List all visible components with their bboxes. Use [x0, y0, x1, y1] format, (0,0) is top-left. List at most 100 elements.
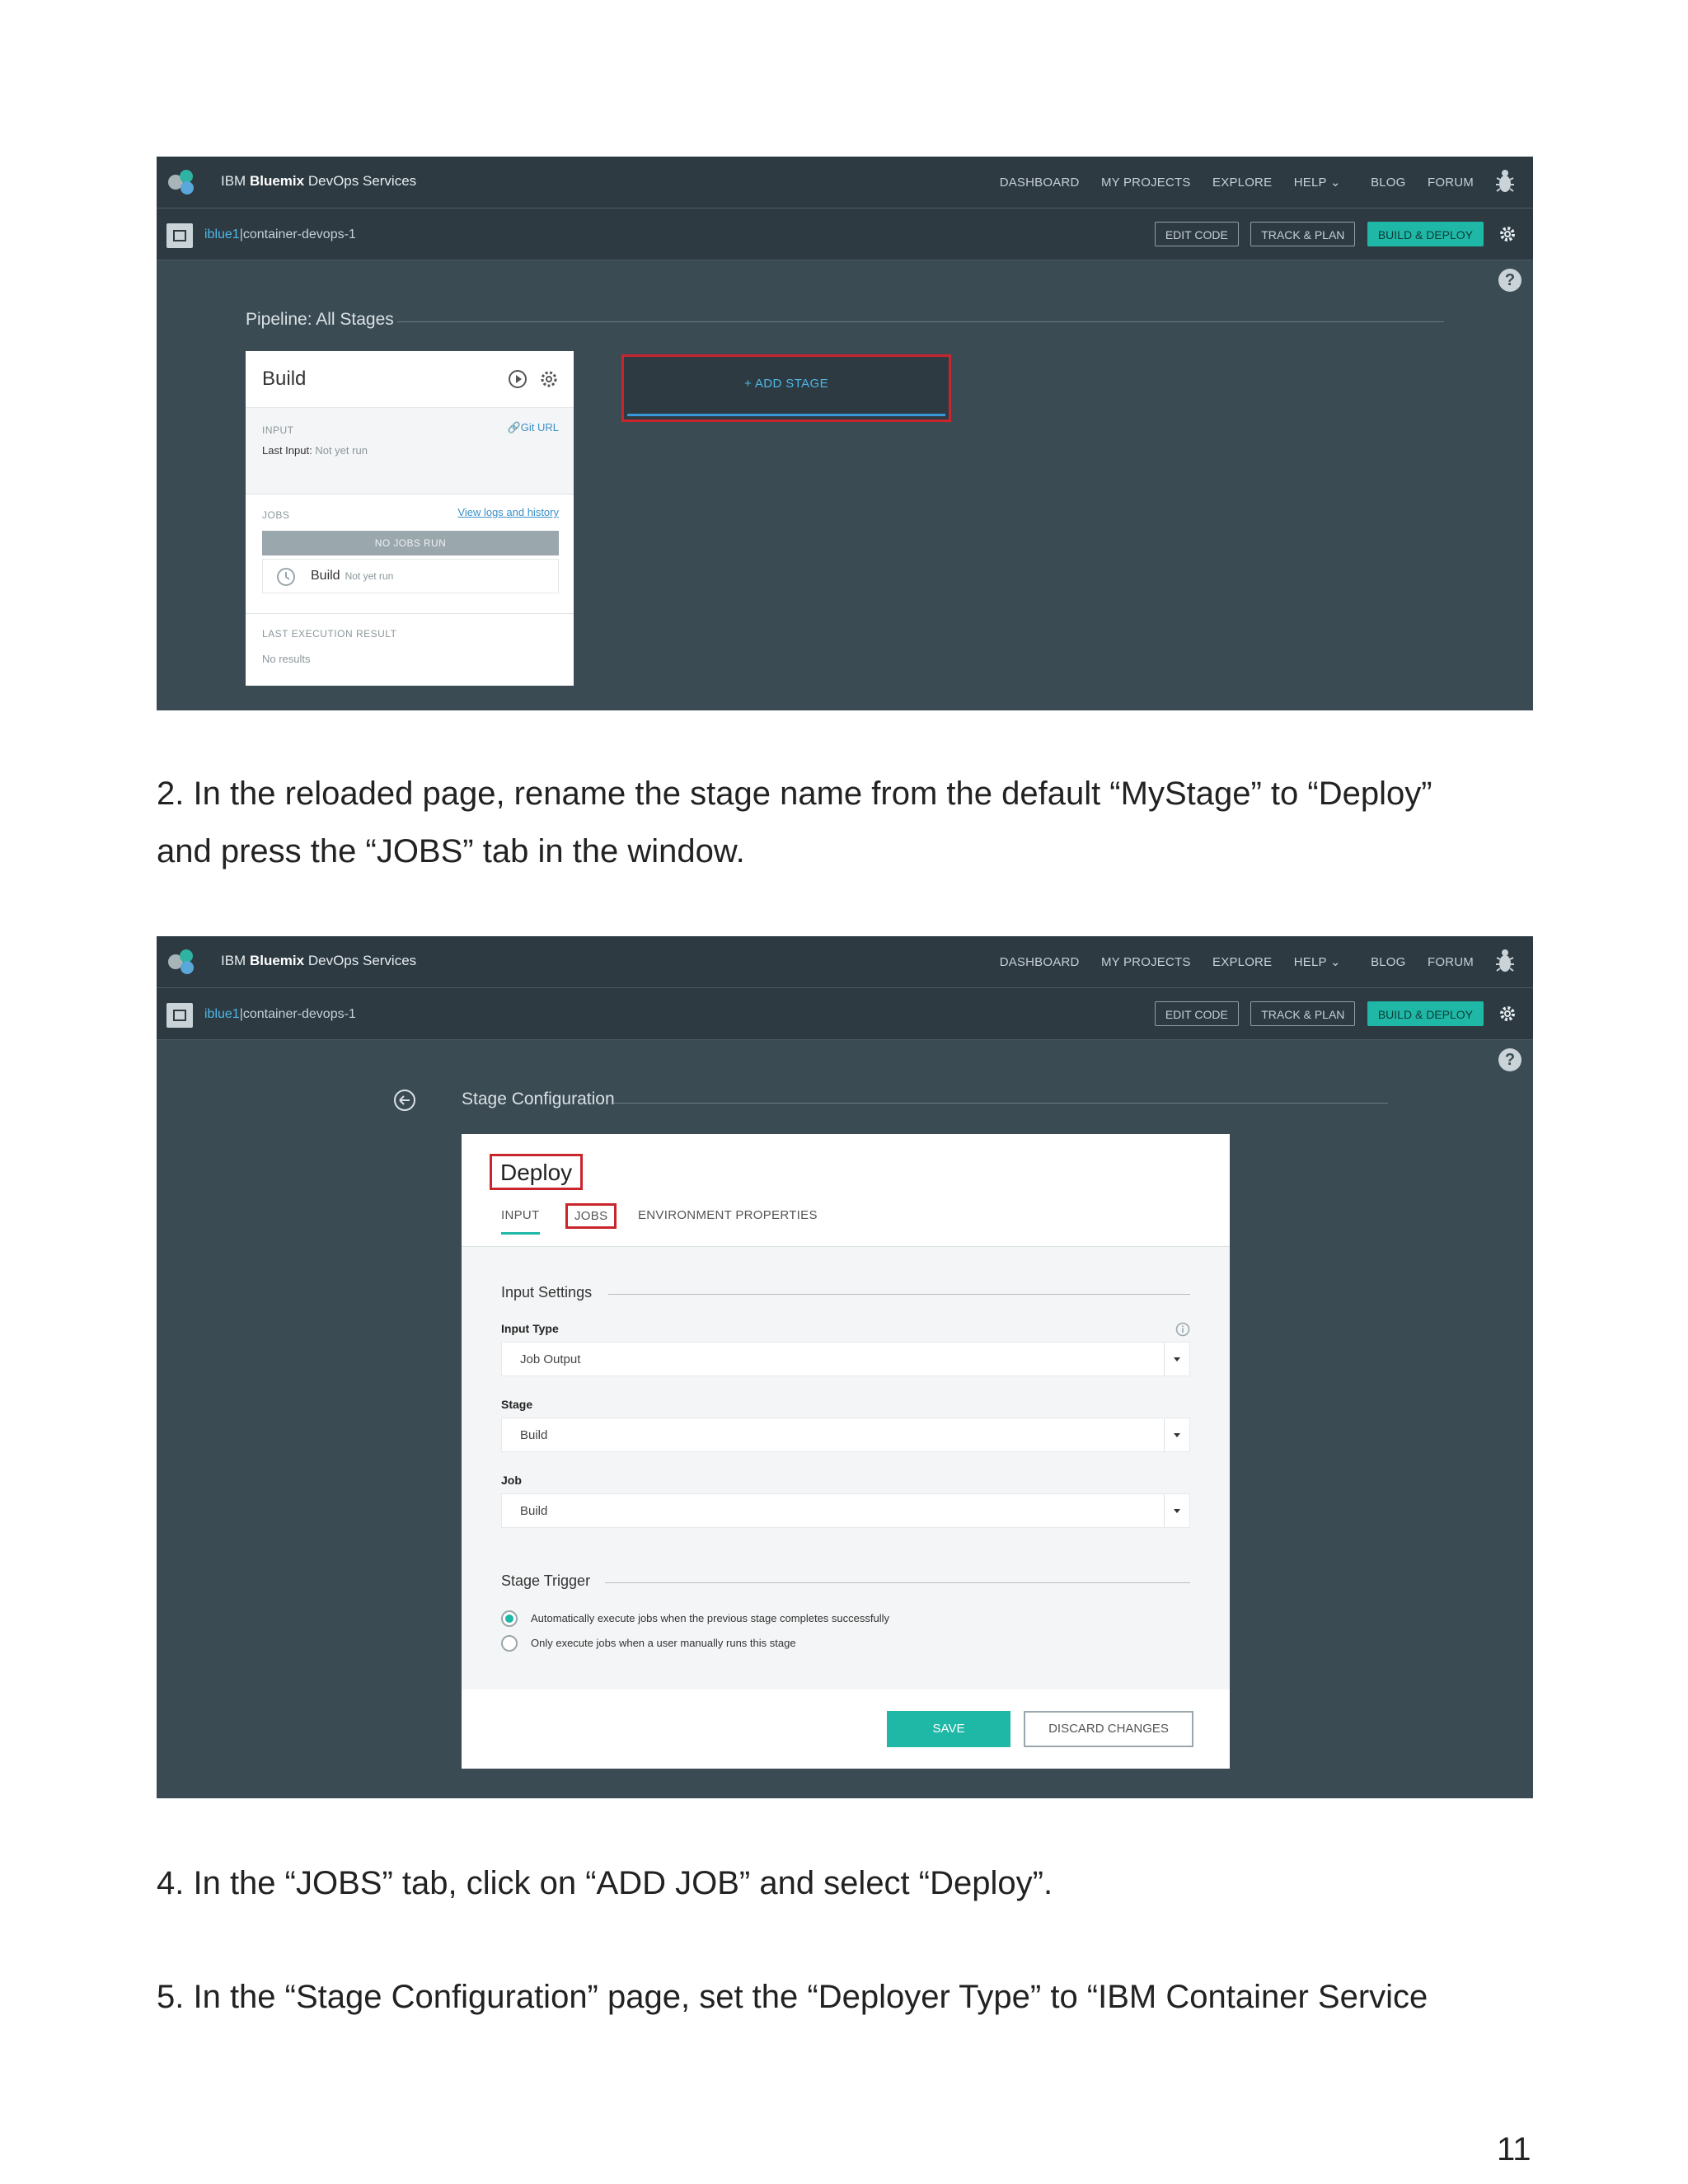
project-bar: iblue1|container-devops-1 EDIT CODE TRAC… [157, 209, 1533, 260]
trigger-manual-label: Only execute jobs when a user manually r… [531, 1637, 796, 1649]
back-arrow-icon[interactable] [392, 1088, 417, 1113]
help-icon[interactable]: ? [1498, 1048, 1522, 1071]
stage-settings-gear-icon[interactable] [539, 369, 559, 389]
stage-config-footer: SAVE DISCARD CHANGES [462, 1690, 1230, 1769]
edit-code-button[interactable]: EDIT CODE [1154, 222, 1239, 246]
trigger-auto-label: Automatically execute jobs when the prev… [531, 1612, 889, 1624]
job-value: Build [520, 1504, 548, 1518]
nav-help[interactable]: HELP ⌄ [1294, 176, 1341, 190]
nav-my-projects[interactable]: MY PROJECTS [1101, 955, 1191, 969]
nav-dashboard[interactable]: DASHBOARD [1000, 955, 1080, 969]
page-number: 11 [1497, 2131, 1531, 2168]
stage-title: Build [262, 368, 307, 390]
project-breadcrumb: iblue1|container-devops-1 [204, 1007, 356, 1021]
job-name: Build Not yet run [311, 569, 394, 583]
divider [246, 613, 574, 614]
trigger-auto-radio[interactable] [501, 1610, 518, 1627]
input-type-select[interactable]: Job Output [501, 1342, 1190, 1376]
step-2-line-1: 2. In the reloaded page, rename the stag… [157, 776, 1432, 812]
stage-trigger-heading: Stage Trigger [501, 1572, 591, 1589]
step-4-text: 4. In the “JOBS” tab, click on “ADD JOB”… [157, 1865, 1053, 1901]
top-navbar: IBM Bluemix DevOps Services DASHBOARD MY… [157, 936, 1533, 988]
nav-my-projects[interactable]: MY PROJECTS [1101, 176, 1191, 190]
project-buttons: EDIT CODE TRACK & PLAN BUILD & DEPLOY [1146, 1001, 1484, 1026]
project-breadcrumb: iblue1|container-devops-1 [204, 227, 356, 241]
build-stage-card: Build INPUT 🔗Git URL Last Input: Not yet… [246, 351, 574, 686]
project-name[interactable]: container-devops-1 [243, 227, 356, 241]
job-row[interactable]: Build Not yet run [262, 559, 559, 593]
track-plan-button[interactable]: TRACK & PLAN [1250, 222, 1356, 246]
nav-explore[interactable]: EXPLORE [1212, 955, 1272, 969]
chevron-down-icon [1164, 1494, 1189, 1527]
project-name[interactable]: container-devops-1 [243, 1007, 356, 1021]
nav-forum[interactable]: FORUM [1428, 955, 1474, 969]
stage-configuration-panel: Deploy INPUT JOBS ENVIRONMENT PROPERTIES… [462, 1134, 1230, 1769]
git-url-link[interactable]: 🔗Git URL [508, 421, 559, 434]
nav-explore[interactable]: EXPLORE [1212, 176, 1272, 190]
top-nav: DASHBOARD MY PROJECTS EXPLORE HELP ⌄ BLO… [982, 175, 1474, 190]
help-icon[interactable]: ? [1498, 269, 1522, 292]
jobs-label: JOBS [262, 509, 290, 521]
tab-input[interactable]: INPUT [501, 1208, 540, 1235]
project-owner[interactable]: iblue1 [204, 227, 240, 241]
build-deploy-button[interactable]: BUILD & DEPLOY [1367, 222, 1484, 246]
bluemix-logo-icon [168, 949, 194, 974]
stage-label: Stage [501, 1398, 533, 1411]
chevron-down-icon [1164, 1418, 1189, 1451]
project-icon [166, 223, 193, 248]
chevron-down-icon [1164, 1343, 1189, 1376]
tab-jobs[interactable]: JOBS [565, 1203, 617, 1229]
input-type-label: Input Type [501, 1322, 559, 1335]
trigger-manual-radio[interactable] [501, 1635, 518, 1652]
input-label: INPUT [262, 424, 294, 436]
last-execution-label: LAST EXECUTION RESULT [262, 628, 397, 640]
tab-environment-properties[interactable]: ENVIRONMENT PROPERTIES [638, 1208, 818, 1222]
run-stage-icon[interactable] [508, 369, 528, 389]
input-type-value: Job Output [520, 1352, 581, 1366]
info-icon[interactable] [1175, 1322, 1190, 1337]
divider [613, 1103, 1388, 1104]
edit-code-button[interactable]: EDIT CODE [1154, 1001, 1239, 1026]
brand-title: IBM Bluemix DevOps Services [221, 953, 417, 968]
nav-dashboard[interactable]: DASHBOARD [1000, 176, 1080, 190]
settings-gear-icon[interactable] [1498, 225, 1517, 243]
bug-icon[interactable] [1495, 948, 1515, 974]
save-button[interactable]: SAVE [887, 1711, 1010, 1747]
project-buttons: EDIT CODE TRACK & PLAN BUILD & DEPLOY [1146, 222, 1484, 246]
nav-help[interactable]: HELP ⌄ [1294, 955, 1341, 969]
job-select[interactable]: Build [501, 1493, 1190, 1528]
stage-card-header: Build [246, 351, 574, 408]
link-icon: 🔗 [507, 421, 521, 434]
brand-title: IBM Bluemix DevOps Services [221, 173, 417, 189]
view-logs-link[interactable]: View logs and history [457, 506, 559, 518]
bug-icon[interactable] [1495, 168, 1515, 194]
stage-name-field[interactable]: Deploy [490, 1154, 584, 1190]
divider [608, 1294, 1190, 1295]
step-5-text: 5. In the “Stage Configuration” page, se… [157, 1979, 1428, 2015]
build-deploy-button[interactable]: BUILD & DEPLOY [1367, 1001, 1484, 1026]
settings-gear-icon[interactable] [1498, 1005, 1517, 1023]
nav-blog[interactable]: BLOG [1371, 176, 1405, 190]
discard-changes-button[interactable]: DISCARD CHANGES [1024, 1711, 1193, 1747]
stage-select[interactable]: Build [501, 1418, 1190, 1452]
input-settings-heading: Input Settings [501, 1284, 593, 1301]
step-2-line-2: and press the “JOBS” tab in the window. [157, 833, 745, 869]
add-stage-label: + ADD STAGE [743, 377, 829, 391]
no-jobs-run-bar: NO JOBS RUN [262, 531, 559, 555]
nav-blog[interactable]: BLOG [1371, 955, 1405, 969]
project-owner[interactable]: iblue1 [204, 1007, 240, 1021]
stage-config-header: Deploy INPUT JOBS ENVIRONMENT PROPERTIES [462, 1134, 1230, 1247]
stage-value: Build [520, 1428, 548, 1442]
track-plan-button[interactable]: TRACK & PLAN [1250, 1001, 1356, 1026]
bluemix-logo-icon [168, 170, 194, 194]
screenshot-stage-configuration: IBM Bluemix DevOps Services DASHBOARD MY… [157, 936, 1533, 1798]
top-nav: DASHBOARD MY PROJECTS EXPLORE HELP ⌄ BLO… [982, 954, 1474, 970]
top-navbar: IBM Bluemix DevOps Services DASHBOARD MY… [157, 157, 1533, 209]
project-bar: iblue1|container-devops-1 EDIT CODE TRAC… [157, 988, 1533, 1040]
stage-input-section: INPUT 🔗Git URL Last Input: Not yet run [246, 408, 574, 494]
stage-configuration-title: Stage Configuration [462, 1090, 615, 1108]
add-stage-button[interactable]: + ADD STAGE [621, 354, 951, 422]
nav-forum[interactable]: FORUM [1428, 176, 1474, 190]
divider [397, 321, 1444, 322]
last-input: Last Input: Not yet run [262, 444, 368, 457]
